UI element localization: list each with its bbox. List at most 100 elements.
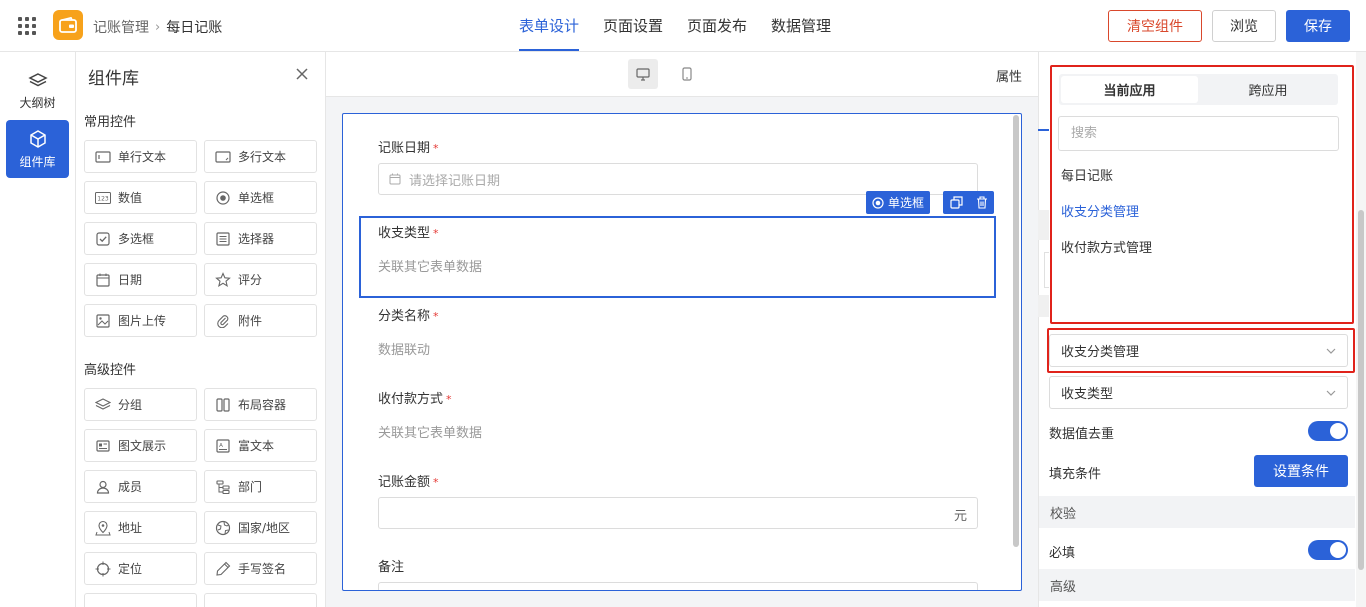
field-select[interactable]: 收支类型	[1049, 376, 1348, 409]
svg-text:123: 123	[97, 195, 109, 202]
selected-actions	[943, 191, 994, 214]
save-button[interactable]: 保存	[1286, 10, 1350, 42]
properties-label[interactable]: 属性	[996, 66, 1022, 85]
field-category-hint: 数据联动	[378, 343, 431, 358]
fill-condition-label: 填充条件	[1049, 467, 1102, 482]
layers-icon	[95, 397, 111, 413]
field-date-label: 记账日期 *	[378, 141, 439, 156]
calendar-icon	[95, 272, 111, 288]
component-layout-container[interactable]: 布局容器	[204, 388, 317, 421]
component-image-text[interactable]: 图文展示	[84, 429, 197, 462]
clear-components-button[interactable]: 清空组件	[1108, 10, 1202, 42]
component-department[interactable]: 部门	[204, 470, 317, 503]
checkbox-icon	[95, 231, 111, 247]
textarea-icon	[215, 149, 231, 165]
tab-data-manage[interactable]: 数据管理	[771, 15, 831, 51]
list-select-icon	[215, 231, 231, 247]
component-library-panel: 组件库 常用控件 单行文本 多行文本 123 数值 单选框 多选框 选择器 日期…	[76, 52, 326, 607]
pen-icon	[215, 561, 231, 577]
mobile-view-button[interactable]	[672, 59, 702, 89]
component-selector[interactable]: 选择器	[204, 222, 317, 255]
tab-page-settings[interactable]: 页面设置	[603, 15, 663, 51]
advanced-controls-title: 高级控件	[84, 363, 137, 378]
rich-text-icon: A	[215, 438, 231, 454]
component-location[interactable]: 定位	[84, 552, 197, 585]
component-rating[interactable]: 评分	[204, 263, 317, 296]
component-member[interactable]: 成员	[84, 470, 197, 503]
note-input[interactable]	[378, 582, 978, 590]
highlight-box-dropdown	[1050, 65, 1354, 324]
radio-icon	[872, 196, 884, 209]
top-tabs: 表单设计 页面设置 页面发布 数据管理	[519, 15, 831, 51]
tab-form-design[interactable]: 表单设计	[519, 15, 580, 51]
app-logo-icon	[53, 10, 83, 40]
dedup-toggle[interactable]	[1308, 421, 1348, 441]
tab-page-publish[interactable]: 页面发布	[687, 15, 747, 51]
component-signature[interactable]: 手写签名	[204, 552, 317, 585]
common-controls-title: 常用控件	[84, 115, 137, 130]
org-tree-icon	[215, 479, 231, 495]
selected-component-chip[interactable]: 单选框	[866, 191, 931, 214]
amount-input[interactable]: 元	[378, 497, 978, 529]
set-condition-button[interactable]: 设置条件	[1254, 455, 1348, 487]
top-header: 记账管理 › 每日记账 表单设计 页面设置 页面发布 数据管理 清空组件 浏览 …	[0, 0, 1366, 52]
component-image-upload[interactable]: 图片上传	[84, 304, 197, 337]
component-radio[interactable]: 单选框	[204, 181, 317, 214]
canvas-scrollbar[interactable]	[1013, 115, 1019, 547]
canvas-toolbar: 属性	[326, 52, 1038, 97]
component-multi-line-text[interactable]: 多行文本	[204, 140, 317, 173]
component-attachment[interactable]: 附件	[204, 304, 317, 337]
nav-outline-label: 大纲树	[19, 95, 56, 110]
component-more-2[interactable]	[204, 593, 317, 607]
chevron-down-icon	[1326, 390, 1336, 396]
component-rich-text[interactable]: A 富文本	[204, 429, 317, 462]
phone-icon	[682, 67, 692, 81]
crosshair-icon	[95, 561, 111, 577]
globe-icon	[215, 520, 231, 536]
field-type-label: 收支类型 *	[378, 226, 439, 241]
component-more-1[interactable]	[84, 593, 197, 607]
monitor-icon	[636, 67, 650, 81]
image-icon	[95, 313, 111, 329]
component-address[interactable]: 地址	[84, 511, 197, 544]
close-icon[interactable]	[294, 66, 310, 82]
apps-grid-icon[interactable]	[18, 17, 36, 35]
nav-outline-tree[interactable]: 大纲树	[6, 62, 69, 120]
svg-text:A: A	[219, 443, 223, 449]
field-category-label: 分类名称 *	[378, 309, 439, 324]
form-canvas: 记账日期 * 请选择记账日期 单选框 收支类型 * 关联其它表单数据 分类名称 * 数…	[342, 113, 1022, 591]
advanced-section: 高级	[1039, 569, 1355, 601]
preview-button[interactable]: 浏览	[1212, 10, 1276, 42]
component-country-region[interactable]: 国家/地区	[204, 511, 317, 544]
verify-section: 校验	[1039, 496, 1355, 528]
component-number[interactable]: 123 数值	[84, 181, 197, 214]
panel-scrollbar[interactable]	[1358, 210, 1364, 570]
required-label: 必填	[1049, 546, 1076, 561]
breadcrumb: 记账管理 › 每日记账	[93, 17, 222, 37]
input-box-icon	[95, 149, 111, 165]
field-amount-label: 记账金额 *	[378, 475, 439, 490]
component-date[interactable]: 日期	[84, 263, 197, 296]
breadcrumb-parent[interactable]: 记账管理	[93, 17, 149, 37]
cube-icon	[29, 129, 46, 148]
calendar-icon	[389, 173, 401, 185]
nav-library-label: 组件库	[19, 154, 56, 169]
layers-icon	[27, 72, 48, 86]
paperclip-icon	[215, 313, 231, 329]
breadcrumb-current: 每日记账	[166, 20, 223, 36]
columns-icon	[215, 397, 231, 413]
component-single-line-text[interactable]: 单行文本	[84, 140, 197, 173]
trash-icon[interactable]	[976, 196, 988, 209]
card-icon	[95, 438, 111, 454]
desktop-view-button[interactable]	[628, 59, 658, 89]
nav-component-library[interactable]: 组件库	[6, 120, 69, 178]
copy-icon[interactable]	[949, 196, 963, 209]
required-toggle[interactable]	[1308, 540, 1348, 560]
field-payment-label: 收付款方式 *	[378, 392, 452, 407]
star-icon	[215, 271, 231, 288]
library-title: 组件库	[88, 69, 139, 89]
dedup-label: 数据值去重	[1049, 427, 1115, 442]
component-group[interactable]: 分组	[84, 388, 197, 421]
component-checkbox[interactable]: 多选框	[84, 222, 197, 255]
highlight-box-form-select	[1047, 328, 1355, 373]
